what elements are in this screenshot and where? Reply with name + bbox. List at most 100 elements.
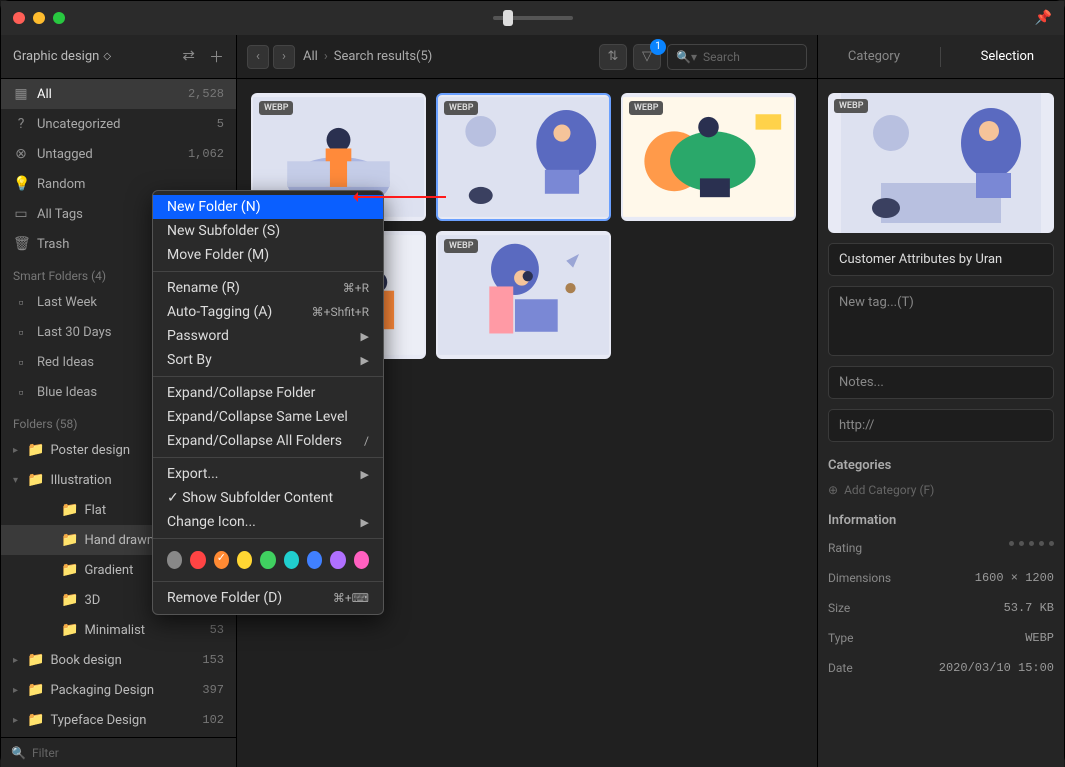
back-button[interactable]: ‹ xyxy=(247,45,269,69)
folder-book-design[interactable]: ▸📁Book design153 xyxy=(1,645,236,675)
search-input[interactable]: 🔍▾ Search xyxy=(667,44,807,70)
format-badge: WEBP xyxy=(444,239,478,253)
tags-field[interactable]: New tag...(T) xyxy=(828,286,1054,356)
menu-rename-r-[interactable]: Rename (R)⌘+R xyxy=(153,276,383,300)
search-icon: 🔍 xyxy=(11,746,26,760)
library-selector[interactable]: Graphic design◇ xyxy=(13,49,111,64)
plus-icon: ⊕ xyxy=(828,483,838,497)
expand-arrow-icon[interactable]: ▸ xyxy=(13,715,21,726)
inspector-panel: Category Selection WEBP Customer Attribu… xyxy=(818,35,1064,767)
folder-icon: 📁 xyxy=(61,562,78,578)
menu-show-subfolder-content[interactable]: ✓ Show Subfolder Content xyxy=(153,486,383,510)
menu-expand-collapse-same-level[interactable]: Expand/Collapse Same Level xyxy=(153,405,383,429)
thumbnail-item[interactable]: WEBP xyxy=(436,93,611,221)
folder-icon: 📁 xyxy=(61,532,78,548)
folder-typeface-design[interactable]: ▸📁Typeface Design102 xyxy=(1,705,236,735)
categories-heading: Categories xyxy=(828,458,1054,473)
folder-icon: 📁 xyxy=(61,622,78,638)
info-date: Date2020/03/10 15:00 xyxy=(828,658,1054,678)
folder-icon: 📁 xyxy=(27,472,44,488)
menu-remove-folder[interactable]: Remove Folder (D)⌘+⌨ xyxy=(153,586,383,610)
expand-arrow-icon[interactable]: ▸ xyxy=(13,655,21,666)
menu-expand-collapse-folder[interactable]: Expand/Collapse Folder xyxy=(153,381,383,405)
menu-password[interactable]: Password▶ xyxy=(153,324,383,348)
search-icon: 🔍▾ xyxy=(676,50,697,64)
add-category-button[interactable]: ⊕Add Category (F) xyxy=(828,483,1054,497)
submenu-arrow-icon: ▶ xyxy=(361,354,369,367)
title-field[interactable]: Customer Attributes by Uran xyxy=(828,243,1054,276)
thumbnail-item[interactable]: WEBP xyxy=(436,231,611,359)
toolbar: ‹ › All › Search results(5) ⇅ ▽1 🔍▾ Sear… xyxy=(237,35,817,79)
color-swatch[interactable] xyxy=(190,551,205,569)
preview-image[interactable]: WEBP xyxy=(828,93,1054,233)
menu-sort-by[interactable]: Sort By▶ xyxy=(153,348,383,372)
smart-folder-icon: ▫ xyxy=(13,294,29,311)
information-heading: Information xyxy=(828,513,1054,528)
folder-icon: 📁 xyxy=(61,592,78,608)
expand-arrow-icon[interactable]: ▸ xyxy=(13,445,21,456)
format-badge: WEBP xyxy=(629,101,663,115)
url-field[interactable]: http:// xyxy=(828,409,1054,442)
sidebar-item-uncategorized[interactable]: ?Uncategorized5 xyxy=(1,109,236,139)
thumbnail-item[interactable]: WEBP xyxy=(621,93,796,221)
tab-selection[interactable]: Selection xyxy=(961,49,1054,64)
color-swatch[interactable] xyxy=(237,551,252,569)
color-swatch[interactable] xyxy=(354,551,369,569)
menu-export-[interactable]: Export...▶ xyxy=(153,462,383,486)
folder-icon: 📁 xyxy=(61,502,78,518)
filter-button[interactable]: ▽1 xyxy=(633,44,661,70)
minimize-window[interactable] xyxy=(33,12,45,24)
sidebar-header: Graphic design◇ ⇄ ＋ xyxy=(1,35,236,79)
add-library-icon[interactable]: ＋ xyxy=(209,46,224,67)
pin-icon[interactable]: 📌 xyxy=(1035,10,1052,26)
annotation-arrow xyxy=(356,196,446,198)
folder-icon: 📁 xyxy=(27,682,44,698)
titlebar: 📌 xyxy=(1,1,1064,35)
notes-field[interactable]: Notes... xyxy=(828,366,1054,399)
tab-category[interactable]: Category xyxy=(828,49,920,64)
submenu-arrow-icon: ▶ xyxy=(361,330,369,343)
switch-library-icon[interactable]: ⇄ xyxy=(182,46,195,67)
color-swatch[interactable] xyxy=(167,551,182,569)
color-swatch[interactable] xyxy=(260,551,275,569)
sidebar-item-all[interactable]: ▦All2,528 xyxy=(1,79,236,109)
forward-button[interactable]: › xyxy=(273,45,295,69)
smart-folder-icon: ▫ xyxy=(13,354,29,371)
sort-button[interactable]: ⇅ xyxy=(599,44,627,70)
color-swatch[interactable] xyxy=(307,551,322,569)
folder-minimalist[interactable]: 📁Minimalist53 xyxy=(1,615,236,645)
zoom-window[interactable] xyxy=(53,12,65,24)
breadcrumb[interactable]: All › Search results(5) xyxy=(303,49,432,64)
folder-icon: 📁 xyxy=(27,652,44,668)
folder-packaging-design[interactable]: ▸📁Packaging Design397 xyxy=(1,675,236,705)
expand-arrow-icon[interactable]: ▸ xyxy=(13,685,21,696)
item-icon: ? xyxy=(13,116,29,132)
menu-change-icon-[interactable]: Change Icon...▶ xyxy=(153,510,383,534)
menu-new-subfolder-s-[interactable]: New Subfolder (S) xyxy=(153,219,383,243)
format-badge: WEBP xyxy=(259,101,293,115)
info-rating[interactable]: Rating xyxy=(828,538,1054,558)
menu-expand-collapse-all-folders[interactable]: Expand/Collapse All Folders/ xyxy=(153,429,383,453)
chevron-right-icon: › xyxy=(324,49,328,64)
item-icon: 💡 xyxy=(13,176,29,192)
expand-arrow-icon[interactable]: ▾ xyxy=(13,475,21,486)
sidebar-item-untagged[interactable]: ⊗Untagged1,062 xyxy=(1,139,236,169)
traffic-lights xyxy=(13,12,65,24)
info-dimensions: Dimensions1600 × 1200 xyxy=(828,568,1054,588)
close-window[interactable] xyxy=(13,12,25,24)
item-icon: 🗑 xyxy=(13,236,29,252)
format-badge: WEBP xyxy=(444,101,478,115)
sidebar-filter[interactable]: 🔍 Filter xyxy=(1,737,236,767)
folder-icon: 📁 xyxy=(27,712,44,728)
thumbnail-size-slider[interactable] xyxy=(493,16,573,20)
item-icon: ▭ xyxy=(13,206,29,222)
folder-icon: 📁 xyxy=(27,442,44,458)
color-swatch[interactable] xyxy=(284,551,299,569)
submenu-arrow-icon: ▶ xyxy=(361,468,369,481)
color-swatch[interactable] xyxy=(330,551,345,569)
color-swatch[interactable] xyxy=(214,551,229,569)
filter-badge: 1 xyxy=(650,39,666,55)
menu-auto-tagging-a-[interactable]: Auto-Tagging (A)⌘+Shfit+R xyxy=(153,300,383,324)
info-size: Size53.7 KB xyxy=(828,598,1054,618)
menu-move-folder-m-[interactable]: Move Folder (M) xyxy=(153,243,383,267)
